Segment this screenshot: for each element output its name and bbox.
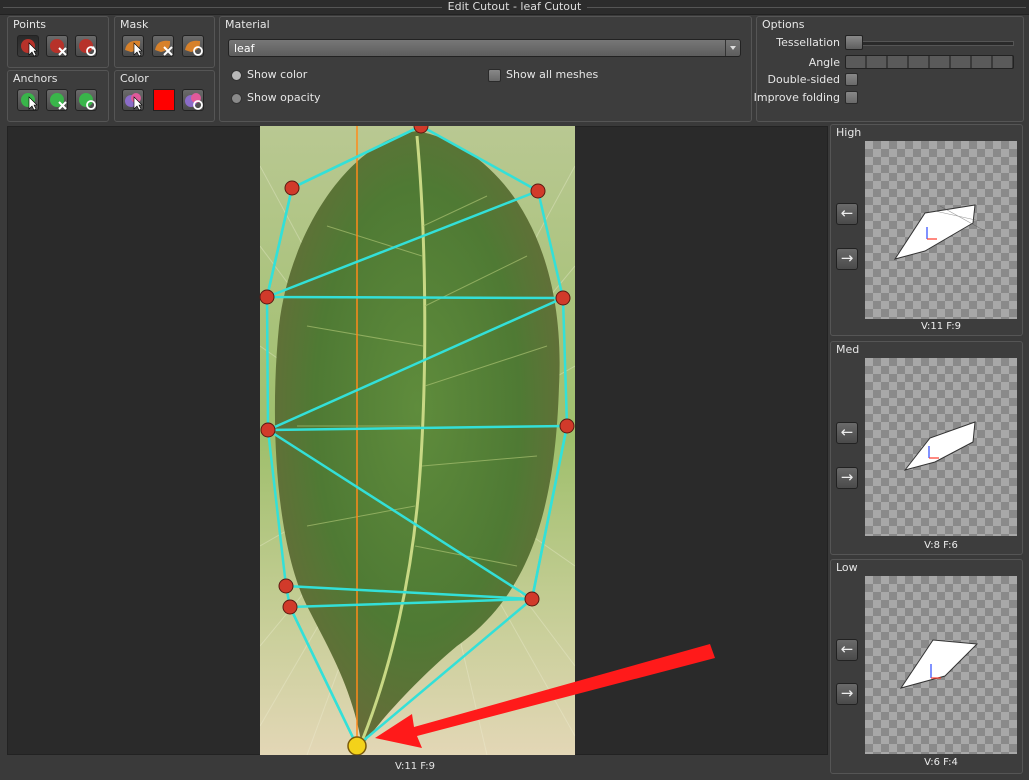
point-reset-button[interactable] (75, 35, 97, 57)
mask-delete-button[interactable] (152, 35, 174, 57)
lod-high-prev-button[interactable]: ← (836, 203, 858, 225)
show-color-radio[interactable] (231, 70, 242, 81)
lod-panel-med: Med ← → V:8 F:6 (830, 341, 1023, 555)
viewport-stats: V:11 F:9 (395, 761, 436, 772)
anchor-reset-icon (79, 93, 96, 110)
anchor-select-button[interactable] (17, 89, 39, 111)
points-label: Points (13, 18, 47, 31)
lod-med-prev-button[interactable]: ← (836, 422, 858, 444)
material-value: leaf (234, 42, 255, 55)
lod-med-next-button[interactable]: → (836, 467, 858, 489)
options-group: Options (756, 16, 1024, 122)
color-picker-icon (125, 93, 143, 111)
lod-panel-high: High ← → V:11 F:9 (830, 124, 1023, 336)
lod-med-stats: V:8 F:6 (924, 540, 958, 551)
material-dropdown[interactable]: leaf (228, 39, 741, 57)
mask-group: Mask (114, 16, 215, 68)
color-swatch[interactable] (153, 89, 175, 111)
mask-select-button[interactable] (122, 35, 144, 57)
lod-high-label: High (836, 126, 862, 139)
tessellation-label: Tessellation (776, 36, 840, 49)
double-sided-checkbox[interactable] (845, 73, 858, 86)
anchor-delete-icon (50, 93, 67, 110)
anchor-reset-button[interactable] (75, 89, 97, 111)
lod-med-label: Med (836, 343, 860, 356)
point-select-icon (21, 39, 38, 57)
lod-low-next-button[interactable]: → (836, 683, 858, 705)
window-title: Edit Cutout - leaf Cutout (441, 0, 588, 13)
anchors-group: Anchors (7, 70, 109, 122)
double-sided-label: Double-sided (767, 73, 840, 86)
mask-delete-icon (155, 40, 173, 56)
angle-label: Angle (808, 56, 840, 69)
mask-select-icon (125, 40, 143, 57)
angle-slider[interactable] (845, 55, 1014, 69)
point-delete-icon (50, 39, 67, 56)
anchor-select-icon (21, 93, 38, 111)
chevron-down-icon (725, 40, 740, 56)
improve-folding-label: Improve folding (753, 91, 840, 104)
mask-reset-icon (185, 40, 203, 56)
lod-high-next-button[interactable]: → (836, 248, 858, 270)
mask-label: Mask (120, 18, 149, 31)
tessellation-slider-track[interactable] (846, 41, 1014, 46)
tessellation-slider-handle[interactable] (845, 35, 863, 50)
show-all-meshes-label: Show all meshes (506, 68, 599, 81)
anchors-label: Anchors (13, 72, 58, 85)
color-label: Color (120, 72, 149, 85)
lod-low-label: Low (836, 561, 858, 574)
options-label: Options (762, 18, 805, 31)
title-bar: Edit Cutout - leaf Cutout (0, 0, 1029, 15)
improve-folding-checkbox[interactable] (845, 91, 858, 104)
color-reset-icon (185, 93, 203, 110)
color-reset-button[interactable] (182, 89, 204, 111)
color-group: Color (114, 70, 215, 122)
leaf-image-canvas[interactable] (7, 126, 828, 755)
points-group: Points (7, 16, 109, 68)
show-opacity-radio[interactable] (231, 93, 242, 104)
lod-med-preview[interactable] (865, 358, 1017, 536)
lod-high-stats: V:11 F:9 (920, 321, 961, 332)
lod-low-prev-button[interactable]: ← (836, 639, 858, 661)
lod-high-preview[interactable] (865, 141, 1017, 319)
mask-reset-button[interactable] (182, 35, 204, 57)
show-all-meshes-checkbox[interactable] (488, 69, 501, 82)
point-reset-icon (79, 39, 96, 56)
color-picker-button[interactable] (122, 89, 144, 111)
show-color-label: Show color (247, 68, 308, 81)
lod-low-preview[interactable] (865, 576, 1017, 754)
material-label: Material (225, 18, 270, 31)
point-select-button[interactable] (17, 35, 39, 57)
point-delete-button[interactable] (46, 35, 68, 57)
lod-low-stats: V:6 F:4 (924, 757, 958, 768)
cutout-viewport[interactable] (7, 126, 828, 755)
anchor-delete-button[interactable] (46, 89, 68, 111)
show-opacity-label: Show opacity (247, 91, 321, 104)
lod-panel-low: Low ← → V:6 F:4 (830, 559, 1023, 774)
